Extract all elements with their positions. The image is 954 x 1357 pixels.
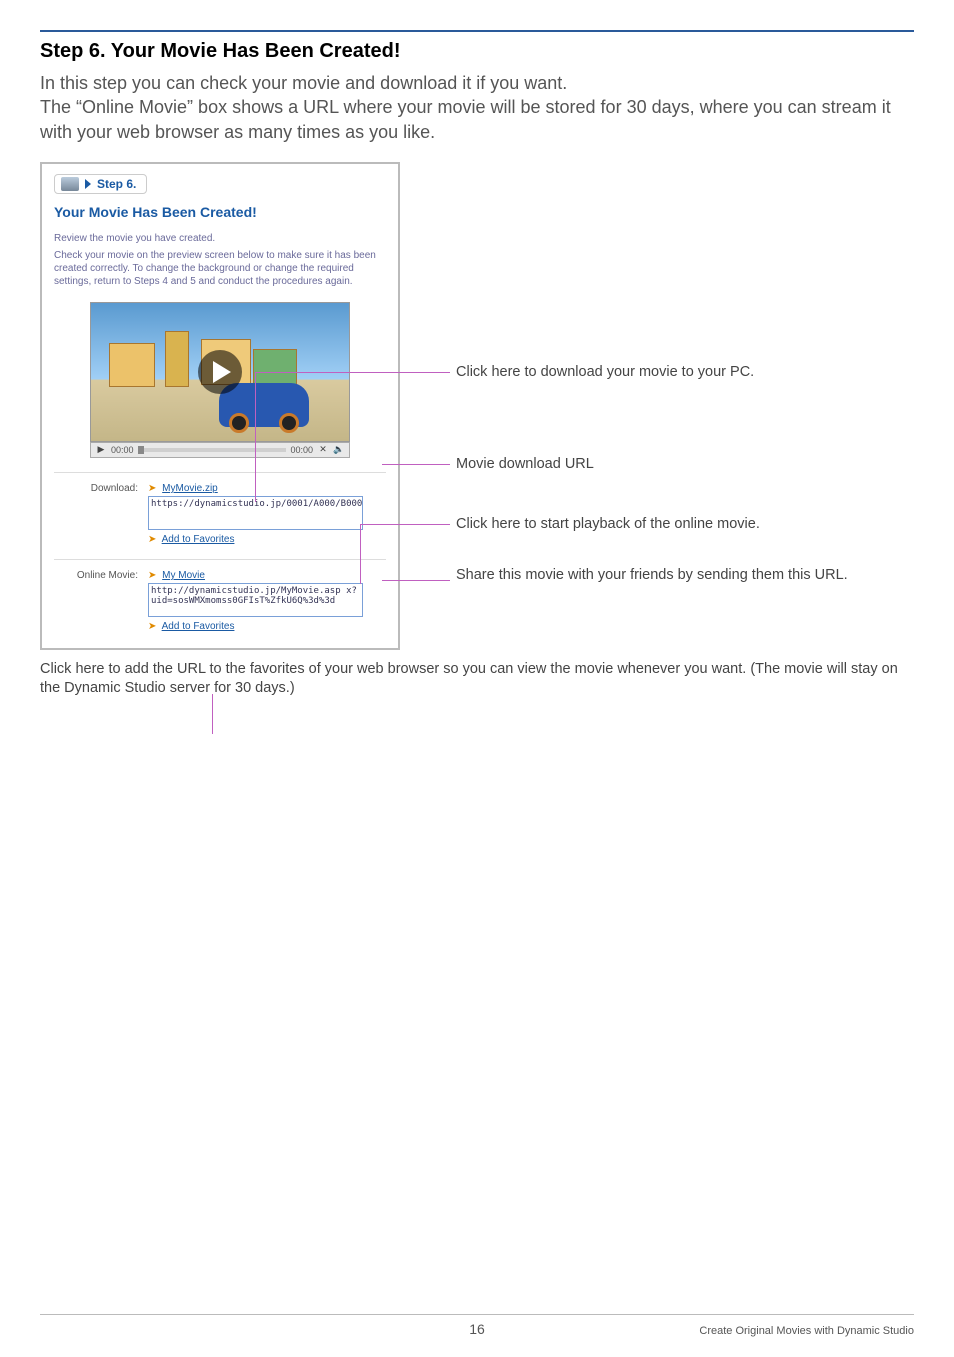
diagram: Step 6. Your Movie Has Been Created! Rev… [40, 162, 914, 650]
seek-track[interactable] [138, 448, 287, 452]
bullet-icon: ➤ [148, 483, 156, 494]
bullet-icon: ➤ [148, 621, 156, 632]
leader-line [360, 524, 450, 525]
chevron-right-icon [85, 179, 91, 189]
bullet-icon: ➤ [148, 534, 156, 545]
panel-title: Your Movie Has Been Created! [54, 204, 386, 220]
online-movie-link[interactable]: My Movie [162, 570, 205, 581]
online-movie-label: Online Movie: [54, 570, 138, 632]
callout-download-url: Movie download URL [456, 456, 914, 472]
wheel-shape [229, 413, 249, 433]
player-controls[interactable]: ▶ 00:00 00:00 ✕ 🔈 [90, 442, 350, 458]
online-movie-url-box[interactable]: http://dynamicstudio.jp/MyMovie.asp x?ui… [148, 583, 363, 617]
panel-subtext-2: Check your movie on the preview screen b… [54, 249, 386, 288]
online-movie-row: Online Movie: ➤ My Movie http://dynamics… [54, 559, 386, 632]
callout-share-url: Share this movie with your friends by se… [456, 566, 914, 585]
leader-line [360, 524, 361, 584]
leader-line [255, 372, 256, 502]
camera-icon [61, 177, 79, 191]
step-badge-label: Step 6. [97, 177, 136, 191]
download-row: Download: ➤ MyMovie.zip https://dynamics… [54, 472, 386, 545]
step-heading: Step 6. Your Movie Has Been Created! [40, 40, 914, 63]
download-link[interactable]: MyMovie.zip [162, 483, 218, 494]
stop-icon[interactable]: ✕ [317, 444, 329, 455]
building-shape [165, 331, 189, 387]
leader-line [382, 464, 450, 465]
footer-title: Create Original Movies with Dynamic Stud… [623, 1325, 914, 1337]
seek-thumb[interactable] [138, 446, 144, 454]
video-preview[interactable]: ▶ 00:00 00:00 ✕ 🔈 [90, 302, 350, 458]
leader-line [212, 694, 213, 734]
time-total: 00:00 [290, 445, 313, 455]
add-favorites-download[interactable]: Add to Favorites [162, 534, 235, 545]
favorites-caption: Click here to add the URL to the favorit… [40, 660, 914, 698]
intro-line-2: The “Online Movie” box shows a URL where… [40, 97, 891, 141]
callouts: Click here to download your movie to you… [400, 162, 914, 650]
add-favorites-online[interactable]: Add to Favorites [162, 621, 235, 632]
leader-line [255, 372, 450, 373]
step-badge: Step 6. [54, 174, 147, 194]
page-number: 16 [331, 1321, 622, 1337]
intro-line-1: In this step you can check your movie an… [40, 73, 567, 93]
intro-text: In this step you can check your movie an… [40, 71, 914, 144]
wheel-shape [279, 413, 299, 433]
embedded-screenshot: Step 6. Your Movie Has Been Created! Rev… [40, 162, 400, 650]
volume-icon[interactable]: 🔈 [333, 444, 345, 455]
panel-subtext-1: Review the movie you have created. [54, 232, 386, 245]
footer: 16 Create Original Movies with Dynamic S… [40, 1314, 914, 1337]
top-rule [40, 30, 914, 32]
leader-line [382, 580, 450, 581]
bullet-icon: ➤ [148, 570, 156, 581]
callout-download-pc: Click here to download your movie to you… [456, 364, 914, 380]
play-button-icon[interactable]: ▶ [95, 444, 107, 455]
play-icon[interactable] [198, 350, 242, 394]
callout-online-playback: Click here to start playback of the onli… [456, 516, 914, 532]
building-shape [109, 343, 155, 387]
download-label: Download: [54, 483, 138, 545]
time-elapsed: 00:00 [111, 445, 134, 455]
